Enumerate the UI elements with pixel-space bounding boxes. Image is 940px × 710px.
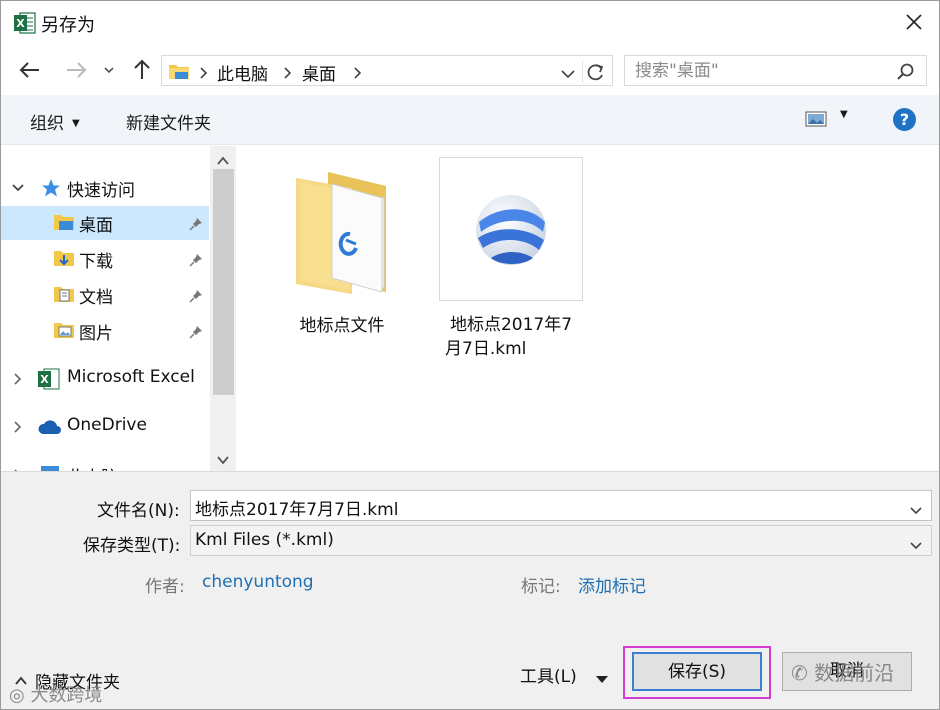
file-name: 地标点文件: [299, 316, 385, 336]
folder-icon: [168, 62, 190, 85]
breadcrumb-desktop[interactable]: 桌面: [302, 60, 336, 85]
pin-icon[interactable]: [189, 216, 203, 236]
watermark-left-text: 大数跨境: [30, 685, 103, 706]
chevron-right-icon[interactable]: [11, 371, 25, 391]
navigation-bar: 此电脑 桌面: [1, 45, 939, 95]
chevron-down-icon[interactable]: [909, 536, 923, 556]
watermark-right: ✆ 数据前沿: [791, 657, 894, 686]
address-bar[interactable]: 此电脑 桌面: [161, 55, 613, 86]
save-as-dialog: X 另存为 此电脑 桌面 搜索"桌面" 组织 ▼ 新建文件夹 ▼ ? 快速访问 …: [0, 0, 940, 710]
folder-icon: [294, 166, 390, 299]
filename-field[interactable]: 地标点2017年7月7日.kml: [190, 490, 932, 521]
forward-arrow-icon[interactable]: [63, 57, 89, 83]
file-item-folder[interactable]: 地标点文件: [270, 158, 414, 348]
breadcrumb-this-pc[interactable]: 此电脑: [217, 60, 268, 85]
scrollbar-thumb[interactable]: [213, 169, 234, 395]
scroll-down-icon[interactable]: [216, 451, 230, 471]
caret-down-icon: ▼: [72, 118, 80, 129]
pin-icon[interactable]: [189, 324, 203, 344]
close-icon[interactable]: [901, 9, 927, 35]
navigation-pane: 快速访问 桌面 下载 文档 图片 X Microsoft Excel OneDr…: [1, 146, 236, 471]
star-icon: [41, 178, 61, 203]
pin-icon[interactable]: [189, 252, 203, 272]
view-options-icon[interactable]: [805, 110, 827, 133]
new-folder-button[interactable]: 新建文件夹: [126, 109, 211, 134]
sidebar-scrollbar[interactable]: [210, 146, 236, 471]
tools-button[interactable]: 工具(L): [520, 662, 577, 687]
file-item-kml[interactable]: 地标点2017年7 月7日.kml: [439, 157, 583, 359]
quick-access-label: 快速访问: [67, 181, 135, 201]
command-bar: 组织 ▼ 新建文件夹 ▼: [1, 95, 939, 145]
sidebar-item-onedrive[interactable]: OneDrive: [1, 410, 209, 444]
caret-down-icon[interactable]: ▼: [840, 109, 848, 120]
google-earth-icon: [473, 192, 549, 273]
tags-label: 标记:: [521, 577, 561, 597]
chevron-right-icon: [198, 65, 208, 85]
sidebar-item-label: 桌面: [79, 216, 113, 236]
file-name-line1: 地标点2017年7: [449, 315, 573, 335]
sidebar-item-label: 文档: [79, 288, 113, 308]
watermark-left: ◎ 大数跨境: [9, 681, 102, 707]
author-value[interactable]: chenyuntong: [202, 572, 314, 592]
documents-folder-icon: [53, 285, 75, 308]
caret-down-icon[interactable]: [596, 669, 608, 689]
search-box[interactable]: [624, 55, 927, 86]
back-arrow-icon[interactable]: [17, 57, 43, 83]
search-icon[interactable]: [896, 62, 916, 87]
sidebar-item-label: 此电脑: [67, 463, 118, 471]
filetype-select[interactable]: Kml Files (*.kml): [190, 525, 932, 556]
chevron-right-icon: [282, 65, 292, 85]
filename-label: 文件名(N):: [97, 501, 180, 521]
organize-label: 组织: [30, 114, 64, 134]
sidebar-item-label: 下载: [79, 252, 113, 272]
desktop-folder-icon: [53, 213, 75, 236]
svg-text:X: X: [16, 17, 25, 30]
sidebar-item-excel[interactable]: X Microsoft Excel: [1, 362, 209, 396]
pin-icon[interactable]: [189, 288, 203, 308]
download-folder-icon: [53, 249, 75, 272]
chevron-down-icon[interactable]: [909, 501, 923, 521]
sidebar-item-downloads[interactable]: 下载: [1, 242, 209, 276]
file-name-line2: 月7日.kml: [445, 339, 527, 359]
up-arrow-icon[interactable]: [129, 57, 155, 83]
pictures-folder-icon: [53, 321, 75, 344]
title-bar: X 另存为: [1, 1, 939, 45]
save-button-highlight: [623, 646, 771, 699]
svg-text:X: X: [40, 373, 49, 386]
filetype-label: 保存类型(T):: [83, 536, 181, 556]
chevron-right-icon: [352, 65, 362, 85]
chevron-right-icon[interactable]: [11, 419, 25, 439]
watermark-logo-icon: ◎: [9, 685, 31, 706]
window-title: 另存为: [41, 15, 95, 36]
cloud-icon: [37, 419, 63, 440]
search-input[interactable]: [625, 56, 885, 85]
sidebar-item-this-pc[interactable]: 此电脑: [1, 458, 209, 471]
chevron-down-icon[interactable]: [101, 57, 117, 83]
excel-icon: X: [37, 367, 61, 396]
sidebar-item-label: 图片: [79, 324, 113, 344]
sidebar-item-desktop[interactable]: 桌面: [1, 206, 209, 240]
sidebar-item-quick-access[interactable]: 快速访问: [1, 171, 209, 205]
excel-icon: X: [13, 11, 37, 35]
add-tags-link[interactable]: 添加标记: [578, 572, 646, 597]
filetype-value: Kml Files (*.kml): [195, 530, 334, 550]
organize-button[interactable]: 组织 ▼: [30, 109, 80, 134]
wechat-icon: ✆: [791, 661, 815, 685]
filename-value: 地标点2017年7月7日.kml: [195, 500, 399, 520]
address-dropdown-icon[interactable]: [560, 65, 576, 85]
sidebar-item-documents[interactable]: 文档: [1, 278, 209, 312]
help-icon[interactable]: ?: [892, 107, 917, 137]
sidebar-item-label: OneDrive: [67, 415, 147, 435]
sidebar-item-label: Microsoft Excel: [67, 367, 195, 387]
watermark-right-text: 数据前沿: [814, 661, 895, 685]
chevron-down-icon[interactable]: [11, 180, 25, 200]
refresh-icon[interactable]: [582, 61, 608, 83]
svg-text:?: ?: [900, 110, 909, 129]
author-label: 作者:: [145, 577, 185, 597]
file-list: 地标点文件 地标点2017年7 月7日.kml: [237, 146, 939, 471]
sidebar-item-pictures[interactable]: 图片: [1, 314, 209, 348]
